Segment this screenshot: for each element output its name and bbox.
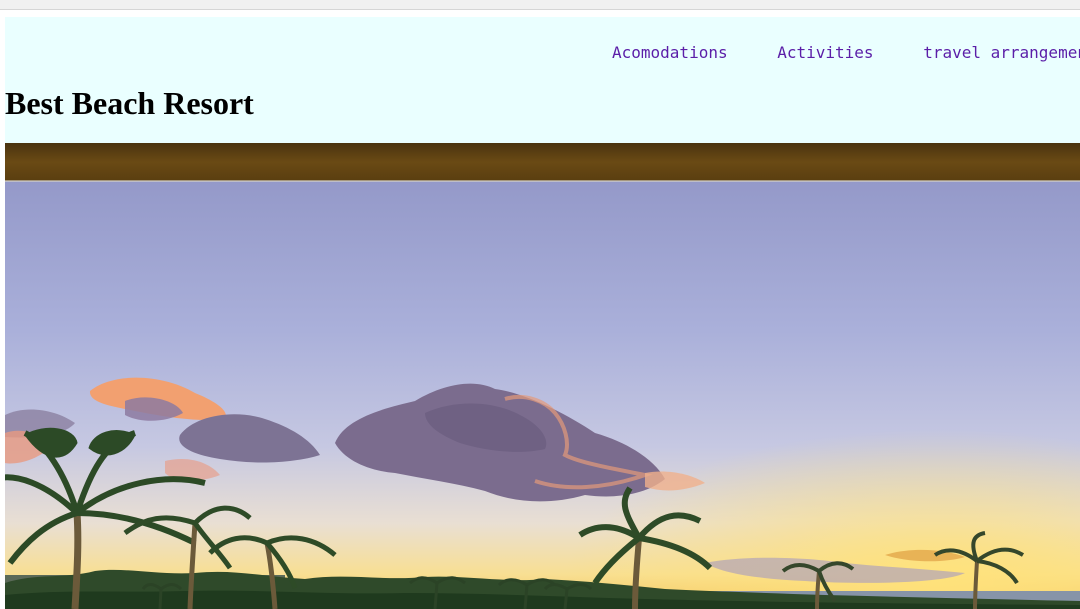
- nav-link-travel-arrangements[interactable]: travel arrangements: [923, 43, 1080, 62]
- nav-link-acomodations[interactable]: Acomodations: [612, 43, 728, 62]
- site-header: Acomodations Activities travel arrangeme…: [5, 17, 1080, 143]
- main-nav: Acomodations Activities travel arrangeme…: [612, 43, 1080, 62]
- hero-image: [5, 143, 1080, 609]
- browser-top-strip: [0, 0, 1080, 10]
- site-title: Best Beach Resort: [5, 85, 254, 121]
- nav-link-activities[interactable]: Activities: [777, 43, 873, 62]
- hero-image-graphic: [5, 143, 1080, 609]
- page: Acomodations Activities travel arrangeme…: [5, 17, 1080, 609]
